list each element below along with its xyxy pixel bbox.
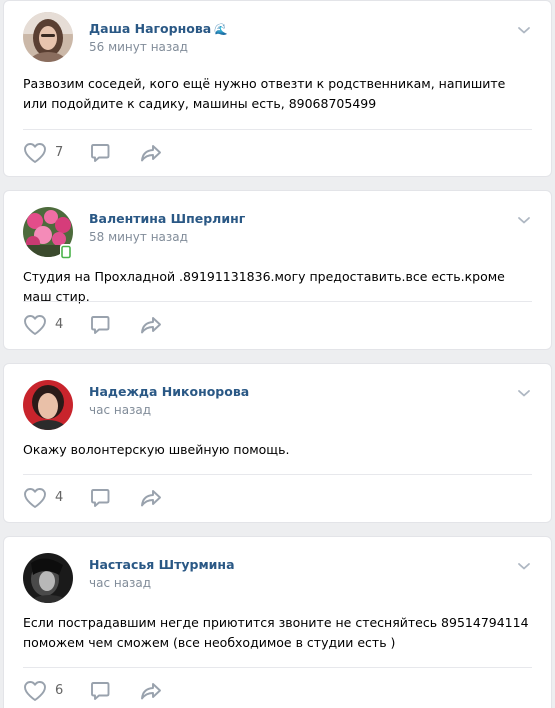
author-name[interactable]: Настасья Штурмина — [89, 557, 235, 572]
post-time[interactable]: 58 минут назад — [89, 230, 188, 244]
divider — [23, 301, 532, 302]
chevron-down-icon[interactable] — [517, 561, 531, 571]
chevron-down-icon[interactable] — [517, 215, 531, 225]
like-count: 6 — [55, 683, 64, 698]
chevron-down-icon[interactable] — [517, 388, 531, 398]
online-mobile-badge — [60, 244, 72, 259]
heart-icon — [24, 315, 46, 335]
share-button[interactable] — [138, 141, 164, 165]
divider — [23, 129, 532, 130]
post-text: Окажу волонтерскую швейную помощь. — [23, 442, 290, 457]
share-button[interactable] — [138, 486, 164, 510]
author-name[interactable]: Даша Нагорнова 🌊 — [89, 21, 228, 36]
author-name[interactable]: Валентина Шперлинг — [89, 211, 245, 226]
feed: Даша Нагорнова 🌊 56 минут назад Развозим … — [0, 0, 555, 708]
like-count: 7 — [55, 145, 64, 160]
avatar-image — [23, 553, 73, 603]
like-count: 4 — [55, 490, 64, 505]
share-button[interactable] — [138, 313, 164, 337]
divider — [23, 474, 532, 475]
comment-icon — [91, 682, 110, 700]
post-text: Развозим соседей, кого ещё нужно отвезти… — [23, 76, 506, 111]
post: Надежда Никонорова час назад Окажу волон… — [3, 363, 552, 523]
author-avatar[interactable] — [23, 12, 73, 62]
author-name-text: Валентина Шперлинг — [89, 211, 246, 226]
comment-icon — [91, 489, 110, 507]
share-icon — [141, 317, 161, 334]
share-button[interactable] — [138, 679, 164, 703]
share-icon — [141, 490, 161, 507]
post-actions: 4 — [22, 486, 164, 510]
share-icon — [141, 683, 161, 700]
like-button[interactable]: 6 — [22, 679, 88, 703]
post-time[interactable]: час назад — [89, 576, 151, 590]
post: Даша Нагорнова 🌊 56 минут назад Развозим … — [3, 0, 552, 177]
comment-button[interactable] — [88, 313, 138, 337]
post: Настасья Штурмина час назад Если пострад… — [3, 536, 552, 708]
author-emoji: 🌊 — [214, 23, 228, 36]
share-icon — [141, 145, 161, 162]
post: Валентина Шперлинг 58 минут назад Студия… — [3, 190, 552, 350]
author-name-text: Даша Нагорнова — [89, 21, 212, 36]
post-time[interactable]: час назад — [89, 403, 151, 417]
comment-button[interactable] — [88, 486, 138, 510]
heart-icon — [24, 488, 46, 508]
post-actions: 6 — [22, 679, 164, 703]
like-button[interactable]: 7 — [22, 141, 88, 165]
comment-icon — [91, 144, 110, 162]
post-text: Если пострадавшим негде приютится звонит… — [23, 615, 529, 650]
like-button[interactable]: 4 — [22, 313, 88, 337]
author-name-text: Настасья Штурмина — [89, 557, 235, 572]
comment-button[interactable] — [88, 679, 138, 703]
phone-icon — [61, 245, 71, 259]
chevron-down-icon[interactable] — [517, 25, 531, 35]
like-count: 4 — [55, 317, 64, 332]
heart-icon — [24, 143, 46, 163]
heart-icon — [24, 681, 46, 701]
author-name[interactable]: Надежда Никонорова — [89, 384, 249, 399]
like-button[interactable]: 4 — [22, 486, 88, 510]
post-actions: 4 — [22, 313, 164, 337]
post-actions: 7 — [22, 141, 164, 165]
avatar-image — [23, 12, 73, 62]
divider — [23, 667, 532, 668]
avatar-image — [23, 380, 73, 430]
comment-icon — [91, 316, 110, 334]
comment-button[interactable] — [88, 141, 138, 165]
author-avatar[interactable] — [23, 380, 73, 430]
author-avatar[interactable] — [23, 553, 73, 603]
post-time[interactable]: 56 минут назад — [89, 40, 188, 54]
author-name-text: Надежда Никонорова — [89, 384, 250, 399]
